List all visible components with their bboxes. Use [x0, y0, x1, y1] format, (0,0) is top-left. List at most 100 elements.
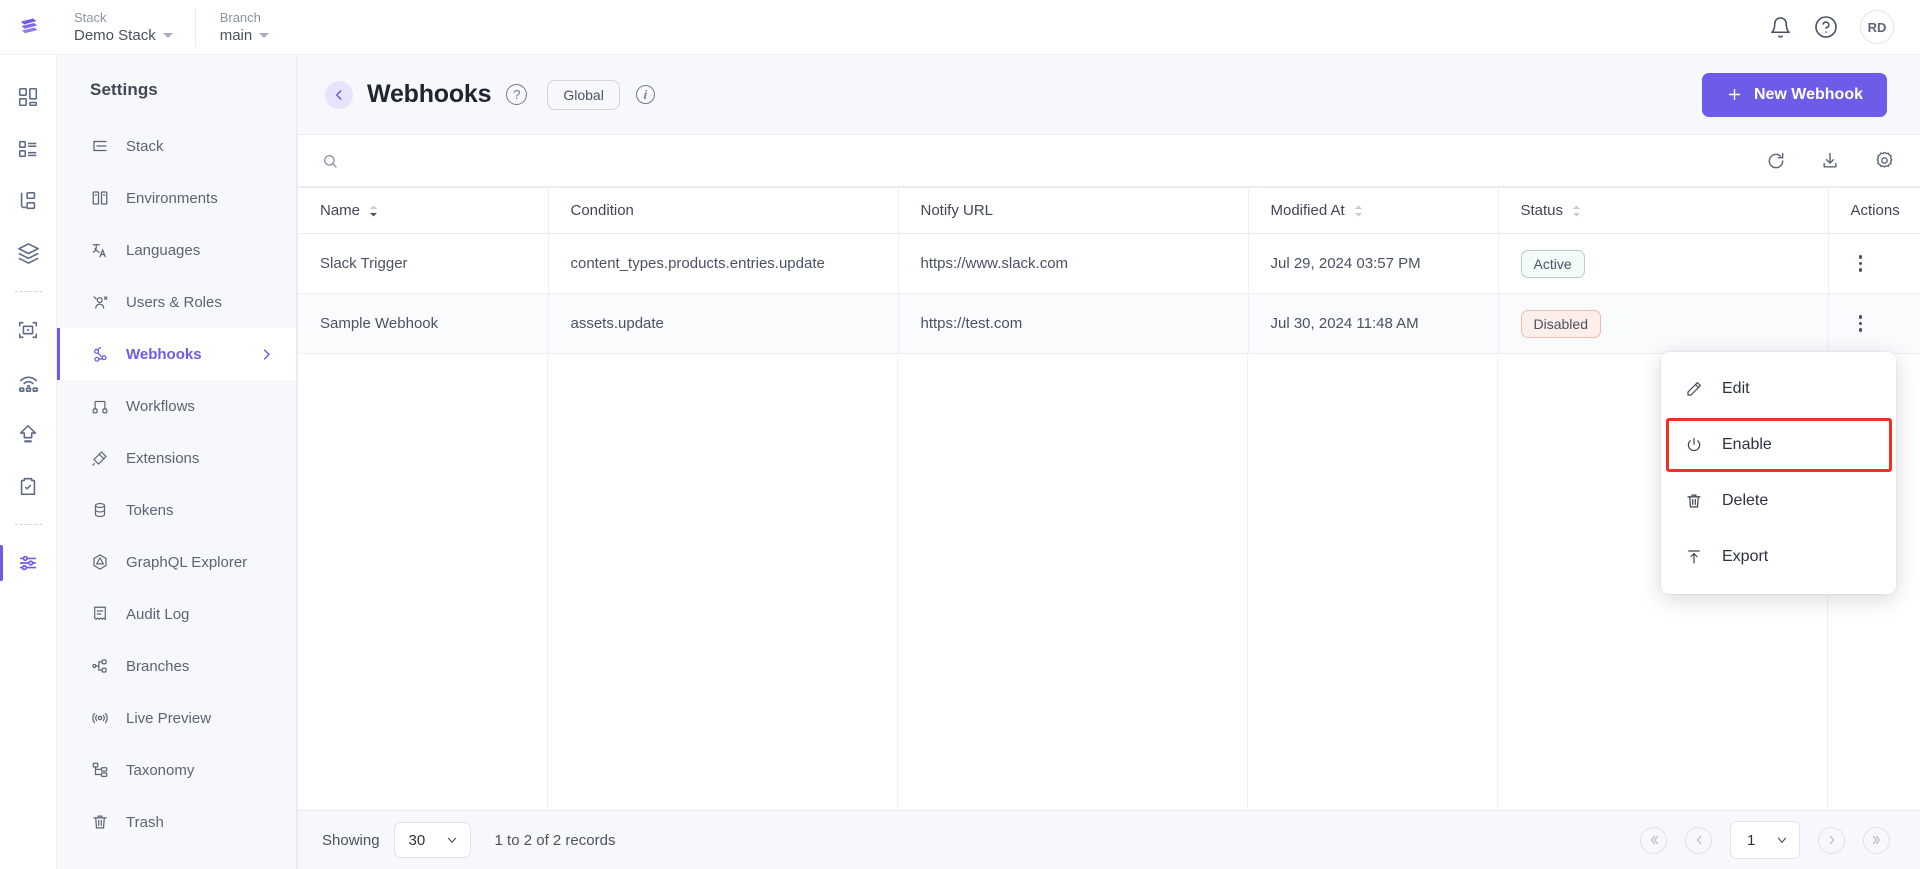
pencil-icon	[1684, 380, 1704, 398]
context-menu-item-export[interactable]: Export	[1661, 529, 1896, 585]
row-actions-button[interactable]	[1851, 255, 1871, 272]
new-webhook-label: New Webhook	[1754, 86, 1863, 104]
sidebar-item-workflows[interactable]: Workflows	[57, 380, 296, 432]
refresh-icon[interactable]	[1766, 151, 1786, 171]
sidebar-item-extensions[interactable]: Extensions	[57, 432, 296, 484]
power-icon	[1684, 436, 1704, 454]
page-number-select[interactable]: 1	[1730, 821, 1800, 859]
gear-icon[interactable]	[1874, 150, 1895, 171]
top-bar: Stack Demo Stack Branch main	[0, 0, 1920, 55]
trash-icon	[1684, 492, 1704, 510]
sidebar-item-graphql-explorer[interactable]: GraphQL Explorer	[57, 536, 296, 588]
rail-item-dashboard[interactable]	[0, 71, 57, 123]
cell-status: Disabled	[1498, 294, 1828, 354]
rail-item-releases[interactable]	[0, 356, 57, 408]
cell-notify-url: https://www.slack.com	[898, 234, 1248, 294]
sidebar-item-taxonomy[interactable]: Taxonomy	[57, 744, 296, 796]
cell-modified-at: Jul 30, 2024 11:48 AM	[1248, 294, 1498, 354]
context-menu-label: Export	[1722, 548, 1768, 566]
rail-divider	[15, 524, 42, 525]
scope-pill[interactable]: Global	[547, 80, 619, 110]
table-row[interactable]: Sample Webhook assets.update https://tes…	[298, 294, 1920, 354]
column-header-actions: Actions	[1828, 188, 1920, 234]
sidebar-item-live-preview[interactable]: Live Preview	[57, 692, 296, 744]
context-menu-item-edit[interactable]: Edit	[1661, 361, 1896, 417]
stack-switcher[interactable]: Stack Demo Stack	[74, 9, 195, 46]
page-title: Webhooks	[367, 80, 491, 109]
sidebar-item-environments[interactable]: Environments	[57, 172, 296, 224]
page-size-value: 30	[409, 832, 426, 849]
column-label: Modified At	[1271, 202, 1345, 219]
row-actions-button[interactable]	[1851, 315, 1871, 332]
column-label: Condition	[571, 202, 634, 219]
rail-item-publish-queue[interactable]	[0, 408, 57, 460]
column-label: Notify URL	[921, 202, 994, 219]
column-header-modified-at[interactable]: Modified At	[1248, 188, 1498, 234]
column-header-status[interactable]: Status	[1498, 188, 1828, 234]
workflows-icon	[90, 396, 110, 416]
branch-switcher[interactable]: Branch main	[195, 9, 292, 46]
sidebar-item-webhooks[interactable]: Webhooks	[57, 328, 296, 380]
table-head: Name Condit	[298, 188, 1920, 234]
sidebar-item-languages[interactable]: Languages	[57, 224, 296, 276]
rail-item-entries[interactable]	[0, 175, 57, 227]
info-circle-icon[interactable]: i	[636, 85, 655, 104]
status-badge: Disabled	[1521, 310, 1601, 338]
download-icon[interactable]	[1820, 151, 1840, 171]
toolbar-icons	[1766, 150, 1895, 171]
double-chevron-left-icon[interactable]	[1640, 827, 1667, 854]
cell-name: Sample Webhook	[298, 294, 548, 354]
search-input[interactable]	[348, 152, 768, 169]
live-preview-icon	[90, 708, 110, 728]
search-area	[322, 152, 1766, 169]
cell-actions	[1828, 294, 1920, 354]
rail-item-assets[interactable]	[0, 227, 57, 279]
double-chevron-right-icon[interactable]	[1863, 827, 1890, 854]
table-header-row: Name Condit	[298, 188, 1920, 234]
cell-actions	[1828, 234, 1920, 294]
context-menu-label: Edit	[1722, 380, 1750, 398]
current-page-value: 1	[1747, 832, 1755, 849]
new-webhook-button[interactable]: New Webhook	[1702, 73, 1887, 117]
table-toolbar	[298, 135, 1920, 187]
chevron-left-icon[interactable]	[325, 81, 353, 109]
sidebar-item-users-roles[interactable]: Users & Roles	[57, 276, 296, 328]
sidebar-item-stack[interactable]: Stack	[57, 120, 296, 172]
page-size-select[interactable]: 30	[394, 822, 471, 858]
help-circle-icon[interactable]	[1814, 15, 1838, 39]
context-menu-item-enable[interactable]: Enable	[1661, 417, 1896, 473]
context-menu-item-delete[interactable]: Delete	[1661, 473, 1896, 529]
body: Settings Stack	[0, 55, 1920, 869]
column-label: Status	[1521, 202, 1564, 219]
sidebar-item-label: Branches	[126, 658, 189, 675]
help-circle-icon[interactable]: ?	[506, 84, 527, 105]
brand-logo-icon[interactable]	[0, 0, 57, 55]
rail-item-settings[interactable]	[0, 537, 57, 589]
context-menu-label: Enable	[1722, 436, 1772, 454]
chevron-right-icon[interactable]	[1818, 827, 1845, 854]
sidebar-item-tokens[interactable]: Tokens	[57, 484, 296, 536]
rail-item-tasks[interactable]	[0, 460, 57, 512]
branch-label: Branch	[220, 9, 270, 26]
column-label: Name	[320, 202, 360, 219]
bell-icon[interactable]	[1769, 16, 1792, 39]
rail-item-live-preview[interactable]	[0, 304, 57, 356]
sort-desc-icon	[369, 205, 378, 217]
sidebar-item-trash[interactable]: Trash	[57, 796, 296, 848]
table-row[interactable]: Slack Trigger content_types.products.ent…	[298, 234, 1920, 294]
cell-notify-url: https://test.com	[898, 294, 1248, 354]
column-header-name[interactable]: Name	[298, 188, 548, 234]
rail-item-content-types[interactable]	[0, 123, 57, 175]
avatar[interactable]: RD	[1860, 10, 1894, 44]
chevron-left-icon[interactable]	[1685, 827, 1712, 854]
chevron-right-icon	[259, 347, 274, 362]
table-body: Slack Trigger content_types.products.ent…	[298, 234, 1920, 354]
sidebar-item-branches[interactable]: Branches	[57, 640, 296, 692]
cell-name: Slack Trigger	[298, 234, 548, 294]
sidebar-item-audit-log[interactable]: Audit Log	[57, 588, 296, 640]
branch-value: main	[220, 26, 270, 46]
showing-label: Showing	[322, 832, 380, 849]
languages-icon	[90, 240, 110, 260]
tokens-icon	[90, 500, 110, 520]
webhooks-table: Name Condit	[298, 187, 1920, 354]
